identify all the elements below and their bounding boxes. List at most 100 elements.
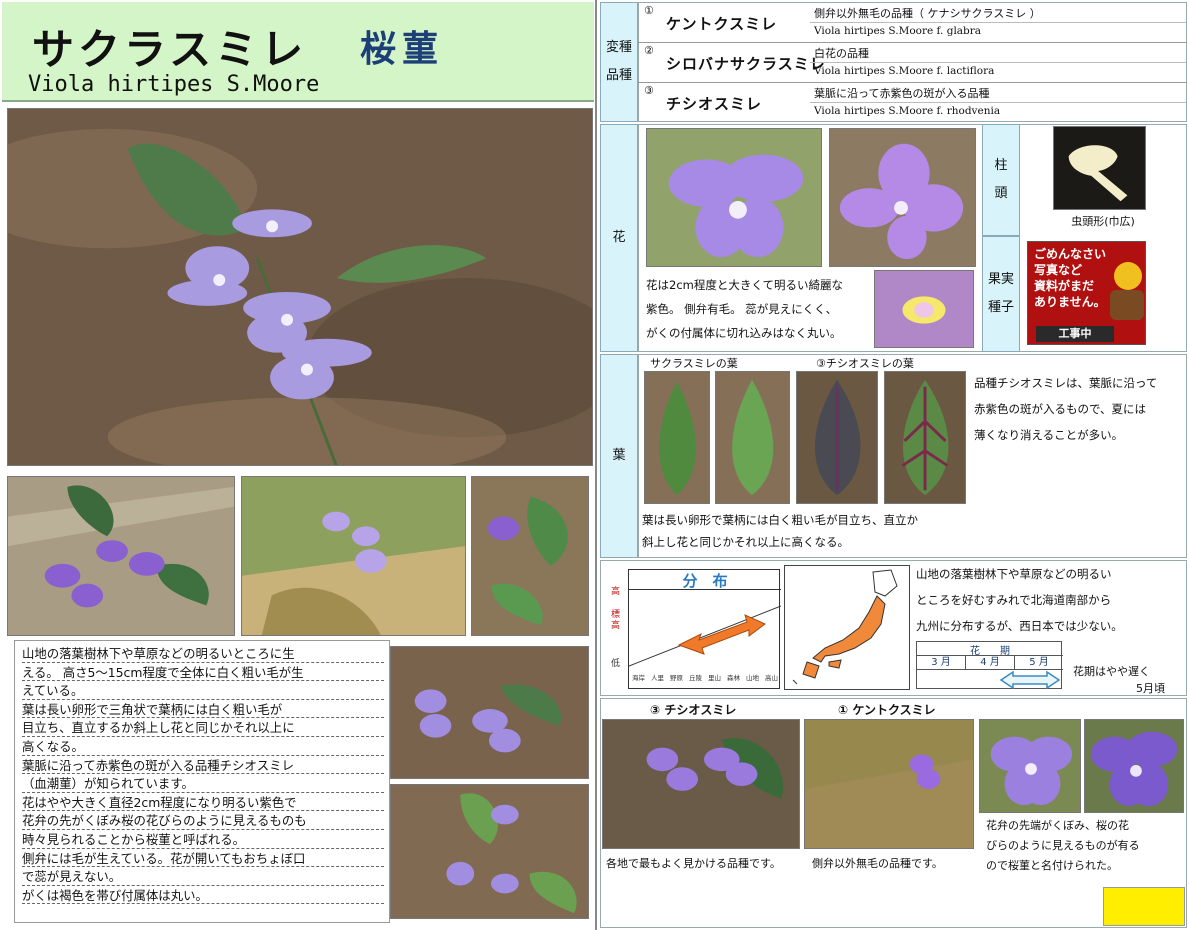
main-violet-photo — [7, 108, 593, 466]
variety-divider — [810, 62, 1186, 63]
distribution-text-line: 九州に分布するが、西日本では少ない。 — [916, 619, 1123, 633]
variety-number: ① — [644, 4, 654, 17]
kentoku-closeup-photo-2 — [1084, 719, 1184, 813]
altitude-x-label: 海岸 — [632, 674, 645, 682]
description-line: 花はやや大きく直径2cm程度になり明るい紫色で — [22, 794, 384, 812]
right-page: 変種 品種 ① ケントクスミレ 側弁以外無毛の品種（ ケナシサクラスミレ ） Viol… — [598, 0, 1189, 930]
variety-description: 葉脈に沿って赤紫色の斑が入る品種 — [814, 87, 990, 100]
variety-side-text-line: 花弁の先端がくぼみ、桜の花 — [986, 819, 1129, 832]
chishio-note: 各地で最もよく見かける品種です。 — [606, 857, 781, 870]
description-line: 目立ち、直立するか斜上し花と同じかそれ以上に — [22, 719, 384, 737]
construction-sign-line: 資料がまだ — [1034, 279, 1095, 293]
leaf-bottom-text-line: 斜上し花と同じかそれ以上に高くなる。 — [642, 535, 849, 549]
leaf-photo-3 — [796, 371, 878, 504]
japan-map — [784, 565, 910, 690]
y-axis-high: 高 — [611, 587, 621, 597]
violet-photo-dry-grass — [390, 784, 589, 919]
stigma-label-1: 柱 — [994, 158, 1008, 173]
construction-sign-lines: ごめんなさい 写真など 資料がまだ ありません。 — [1034, 246, 1106, 310]
variety-name: チシオスミレ — [666, 95, 763, 113]
flower-text-line: がくの付属体に切れ込みはなく丸い。 — [646, 326, 842, 340]
bloom-months: 3 月4 月 5 月 — [917, 656, 1063, 670]
flower-closeup-photo — [874, 270, 974, 348]
bloom-month: 4 月 — [966, 656, 1015, 669]
flower-text-line: 紫色。 側弁有毛。 蕊が見えにくく、 — [646, 302, 838, 316]
leaf-label: 葉 — [600, 354, 638, 558]
variety-number: ③ — [644, 84, 654, 97]
description-line: 側弁には毛が生えている。花が開いてもおちょぼ口 — [22, 850, 384, 868]
helmet-icon — [1114, 262, 1142, 290]
description-line: 葉は長い卵形で三角状で葉柄には白く粗い毛が — [22, 701, 384, 719]
distribution-title: 分 布 — [629, 570, 781, 590]
altitude-arrow-graphic — [629, 605, 781, 667]
variety-divider — [810, 22, 1186, 23]
variety-row-divider — [638, 42, 1187, 43]
distribution-text-line: ところを好むすみれで北海道南部から — [916, 593, 1112, 607]
variety-latin-name: Viola hirtipes S.Moore f. glabra — [814, 25, 982, 37]
flower-text-line: 花は2cm程度と大きくて明るい綺麗な — [646, 278, 843, 292]
construction-badge: 工事中 — [1036, 326, 1114, 342]
altitude-x-label: 丘陵 — [689, 674, 702, 682]
altitude-x-axis: 海岸 人里 野原 丘陵 里山 森林 山地 高山 — [629, 672, 781, 682]
description-line: 葉脈に沿って赤紫色の斑が入る品種チシオスミレ — [22, 757, 384, 775]
altitude-x-label: 里山 — [708, 674, 721, 682]
altitude-x-label: 高山 — [765, 674, 778, 682]
leaf-side-text-line: 赤紫色の斑が入るもので、夏には — [974, 402, 1147, 416]
leaf-side-text-line: 薄くなり消えることが多い。 — [974, 428, 1124, 442]
fruit-label-1: 果実 — [987, 272, 1014, 287]
violet-photo-forest-floor — [390, 646, 589, 779]
altitude-chart: 分 布 海岸 人里 野原 丘陵 里山 森林 山地 高山 — [628, 569, 781, 689]
stigma-caption: 虫頭形(巾広) — [1071, 215, 1135, 228]
description-line: える。 高さ5～15cm程度で全体に白く粗い毛が生 — [22, 664, 384, 682]
latin-title: Viola hirtipes S.Moore — [28, 72, 320, 97]
description-line: （血潮菫）が知られています。 — [22, 775, 384, 793]
left-page: サクラスミレ 桜菫 Viola hirtipes S.Moore 山地の落葉樹林… — [0, 0, 597, 930]
bloom-period-chart: 花 期 3 月4 月 5 月 — [916, 641, 1063, 690]
description-line: 山地の落葉樹林下や草原などの明るいところに生 — [22, 645, 384, 663]
construction-sign-line: ごめんなさい — [1034, 247, 1107, 261]
fruit-label-2: 種子 — [987, 300, 1014, 315]
bloom-month: 3 月 — [917, 656, 966, 669]
leaf-caption-sakura: サクラスミレの葉 — [650, 357, 738, 370]
variety-latin-name: Viola hirtipes S.Moore f. rhodvenia — [814, 105, 1001, 117]
bloom-month: 5 月 — [1029, 657, 1049, 668]
flower-label: 花 — [600, 124, 638, 352]
varieties-label: 変種 品種 — [600, 2, 638, 122]
altitude-x-label: 野原 — [670, 674, 683, 682]
bloom-note: 花期はやや遅く — [1073, 665, 1150, 678]
description-line: で蕊が見えない。 — [22, 868, 384, 886]
title-banner: サクラスミレ 桜菫 Viola hirtipes S.Moore — [2, 2, 594, 102]
variety-divider — [810, 102, 1186, 103]
kentoku-closeup-photo-1 — [979, 719, 1081, 813]
varieties-label-line1: 変種 — [605, 40, 632, 55]
flower-side-photo — [829, 128, 976, 267]
bloom-arrow-graphic — [999, 670, 1061, 690]
flower-front-photo — [646, 128, 822, 267]
variety-name: シロバナサクラスミレ — [666, 55, 826, 73]
bloom-title: 花 期 — [917, 642, 1063, 657]
variety-side-text-line: ので桜菫と名付けられた。 — [986, 859, 1118, 872]
japanese-title: サクラスミレ — [32, 25, 308, 74]
yellow-marker-box — [1103, 887, 1185, 926]
leaf-side-text-line: 品種チシオスミレは、葉脈に沿って — [974, 376, 1158, 390]
construction-sign: ごめんなさい 写真など 資料がまだ ありません。 工事中 — [1027, 241, 1146, 345]
stigma-label-2: 頭 — [994, 186, 1008, 201]
y-axis-mid: 標高 — [611, 610, 621, 631]
construction-sign-line: ありません。 — [1034, 295, 1106, 309]
violet-photo-meadow — [241, 476, 466, 636]
leaf-photo-1 — [644, 371, 710, 504]
description-line: 高くなる。 — [22, 738, 384, 756]
stigma-label: 柱 頭 — [982, 124, 1020, 236]
variety-description: 白花の品種 — [814, 47, 869, 60]
altitude-x-label: 人里 — [651, 674, 664, 682]
distribution-text-line: 山地の落葉樹林下や草原などの明るい — [916, 567, 1112, 581]
y-axis-low: 低 — [611, 659, 621, 669]
variety-number: ② — [644, 44, 654, 57]
leaf-photo-4 — [884, 371, 966, 504]
bloom-note-month: 5月頃 — [1136, 682, 1165, 695]
kanji-title: 桜菫 — [360, 28, 445, 70]
kentoku-photo — [804, 719, 974, 849]
variety-side-text-line: びらのように見えるものが有る — [986, 839, 1140, 852]
leaf-caption-chishio: ③チシオスミレの葉 — [816, 357, 914, 370]
leaf-photo-2 — [715, 371, 790, 504]
